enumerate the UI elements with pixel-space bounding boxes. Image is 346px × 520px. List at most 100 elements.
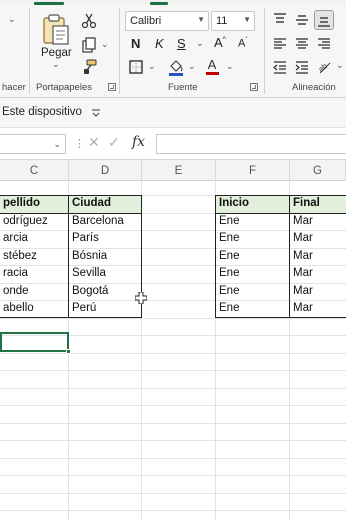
- table-cell[interactable]: Perú: [69, 300, 141, 318]
- table-cell[interactable]: Sevilla: [69, 265, 141, 283]
- table-cell[interactable]: Ene: [216, 283, 288, 301]
- table-cell[interactable]: Mar: [290, 283, 346, 301]
- borders-icon[interactable]: [128, 59, 144, 75]
- paste-dropdown-chevron-icon[interactable]: ⌄: [52, 59, 60, 70]
- insert-function-button[interactable]: fx: [132, 134, 145, 150]
- table-cell[interactable]: París: [69, 230, 141, 248]
- underline-dropdown-chevron-icon[interactable]: ⌄: [196, 38, 204, 49]
- table-cell[interactable]: stébez: [0, 248, 68, 266]
- copy-icon[interactable]: [80, 36, 98, 54]
- name-box[interactable]: ⌄: [0, 134, 66, 154]
- table-cell[interactable]: arcia: [0, 230, 68, 248]
- shrink-font-button[interactable]: Aˇ: [238, 37, 248, 50]
- table-cell[interactable]: Bogotá: [69, 283, 141, 301]
- group-separator: [264, 8, 265, 94]
- table-cell[interactable]: Ene: [216, 300, 288, 318]
- align-top-icon[interactable]: [270, 10, 290, 30]
- table-cell[interactable]: abello: [0, 300, 68, 318]
- fill-color-icon[interactable]: [168, 58, 184, 76]
- align-middle-icon[interactable]: [292, 10, 312, 30]
- table-border: [0, 317, 142, 318]
- cut-icon[interactable]: [80, 12, 98, 30]
- orientation-dropdown-chevron-icon[interactable]: ⌄: [336, 60, 344, 71]
- portapapeles-launcher-icon[interactable]: [108, 83, 116, 91]
- table-border: [215, 195, 346, 196]
- copy-dropdown-chevron-icon[interactable]: ⌄: [101, 39, 109, 50]
- table-cell[interactable]: Mar: [290, 248, 346, 266]
- align-bottom-icon[interactable]: [314, 10, 334, 30]
- grow-font-label: A: [214, 35, 223, 50]
- table-cell[interactable]: Bósnia: [69, 248, 141, 266]
- formula-input[interactable]: [156, 134, 346, 154]
- table-cell[interactable]: Mar: [290, 265, 346, 283]
- orientation-icon[interactable]: ab: [314, 57, 334, 77]
- table-apellido-ciudad: pellido Ciudad odríguez Barcelona arcia …: [0, 195, 142, 318]
- chevron-down-icon[interactable]: [90, 107, 102, 119]
- table-inicio-final: Inicio Final Ene Mar Ene Mar Ene Mar Ene…: [215, 195, 346, 318]
- align-left-icon[interactable]: [270, 34, 290, 54]
- table-border: [0, 195, 142, 196]
- column-header-c[interactable]: C: [0, 160, 69, 181]
- table-cell[interactable]: Barcelona: [69, 213, 141, 231]
- table-cell[interactable]: Ene: [216, 265, 288, 283]
- bold-button[interactable]: N: [131, 36, 140, 51]
- table-cell[interactable]: Mar: [290, 300, 346, 318]
- chevron-down-icon[interactable]: ▼: [243, 15, 251, 24]
- table-header-cell[interactable]: pellido: [0, 195, 68, 213]
- cancel-icon[interactable]: ✕: [88, 134, 100, 151]
- fill-color-dropdown-chevron-icon[interactable]: ⌄: [188, 61, 196, 72]
- column-header-d[interactable]: D: [69, 160, 142, 181]
- format-painter-icon[interactable]: [80, 58, 98, 76]
- enter-check-icon[interactable]: ✓: [108, 134, 120, 151]
- underline-button[interactable]: S: [177, 36, 186, 51]
- chevron-down-icon[interactable]: ▼: [197, 15, 205, 24]
- table-cell[interactable]: Ene: [216, 230, 288, 248]
- table-cell[interactable]: Ene: [216, 213, 288, 231]
- align-right-icon[interactable]: [314, 34, 334, 54]
- fuente-launcher-icon[interactable]: [250, 83, 258, 91]
- table-border: [215, 195, 216, 318]
- borders-dropdown-chevron-icon[interactable]: ⌄: [148, 61, 156, 72]
- gridline: [0, 493, 346, 494]
- table-border: [289, 195, 290, 318]
- selected-cell[interactable]: [0, 332, 69, 352]
- table-cell[interactable]: odríguez: [0, 213, 68, 231]
- column-headers: C D E F G: [0, 160, 346, 181]
- ribbon: ⌄ Pegar ⌄ ⌄ hacer Portapapeles Calibri ▼…: [0, 0, 346, 98]
- chevron-down-icon[interactable]: ⌄: [8, 14, 16, 25]
- column-header-e[interactable]: E: [142, 160, 216, 181]
- table-cell[interactable]: Ene: [216, 248, 288, 266]
- gridline: [0, 423, 346, 424]
- fill-handle[interactable]: [66, 349, 71, 354]
- increase-indent-icon[interactable]: [292, 57, 312, 77]
- location-bar: Este dispositivo: [0, 98, 346, 128]
- decrease-indent-icon[interactable]: [270, 57, 290, 77]
- grow-font-button[interactable]: A^: [214, 35, 226, 50]
- table-header-cell[interactable]: Final: [290, 195, 346, 213]
- column-header-f[interactable]: F: [216, 160, 290, 181]
- formula-bar: ⌄ ⋮ ✕ ✓ fx: [0, 128, 346, 160]
- gridline: [0, 440, 346, 441]
- table-border: [215, 317, 346, 318]
- table-cell[interactable]: racia: [0, 265, 68, 283]
- font-name-combo[interactable]: Calibri ▼: [125, 11, 209, 31]
- gridline: [0, 475, 346, 476]
- font-color-dropdown-chevron-icon[interactable]: ⌄: [226, 61, 234, 72]
- column-header-g[interactable]: G: [290, 160, 346, 181]
- group-label-fuente: Fuente: [168, 82, 198, 93]
- align-center-icon[interactable]: [292, 34, 312, 54]
- crosshair-cursor-icon: [134, 291, 148, 309]
- chevron-down-icon[interactable]: ⌄: [53, 139, 61, 150]
- table-cell[interactable]: Mar: [290, 213, 346, 231]
- gridline: [0, 388, 346, 389]
- italic-button[interactable]: K: [155, 36, 164, 51]
- table-cell[interactable]: Mar: [290, 230, 346, 248]
- font-size-combo[interactable]: 11 ▼: [211, 11, 255, 31]
- table-cell[interactable]: onde: [0, 283, 68, 301]
- paste-icon[interactable]: [40, 12, 72, 46]
- table-header-cell[interactable]: Ciudad: [69, 195, 141, 213]
- font-color-icon[interactable]: A: [204, 56, 220, 76]
- table-header-cell[interactable]: Inicio: [216, 195, 288, 213]
- paste-button-label[interactable]: Pegar: [41, 47, 72, 59]
- more-options-icon[interactable]: ⋮: [74, 137, 85, 150]
